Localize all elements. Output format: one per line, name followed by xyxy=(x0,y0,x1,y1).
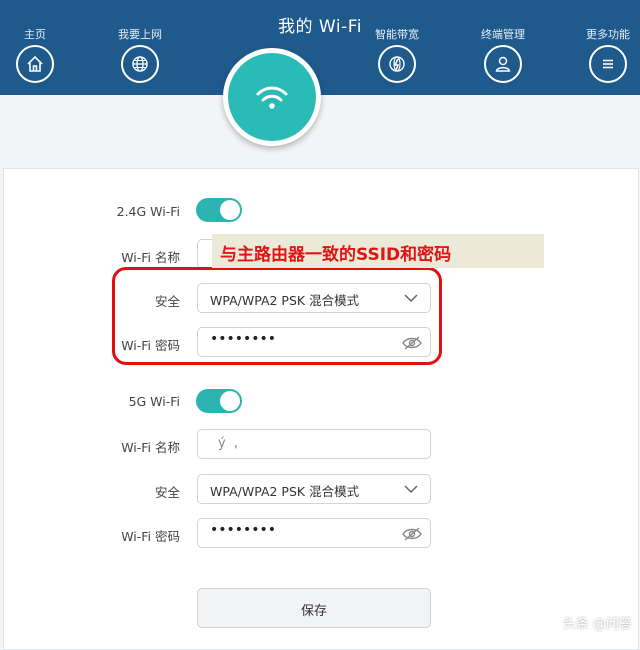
my-wifi-tab[interactable] xyxy=(223,48,321,146)
wifi5-name-value: ý , xyxy=(218,436,240,451)
watermark: 头条 @问答 xyxy=(539,612,632,632)
home-icon xyxy=(16,45,54,83)
save-button-label: 保存 xyxy=(300,604,327,619)
wifi5-security-value: WPA/WPA2 PSK 混合模式 xyxy=(210,484,360,499)
annotation-frame xyxy=(112,267,442,365)
chat-bubble-icon xyxy=(540,613,558,631)
wifi5-name-field[interactable]: ý , xyxy=(197,429,431,459)
annotation-callout-text: 与主路由器一致的SSID和密码 xyxy=(220,245,452,265)
user-icon xyxy=(484,45,522,83)
wifi5-password-value: •••••••• xyxy=(210,522,277,538)
save-button[interactable]: 保存 xyxy=(197,588,431,628)
wifi5-name-label: Wi-Fi 名称 xyxy=(121,440,180,455)
wifi24-label: 2.4G Wi-Fi xyxy=(116,204,180,219)
wifi24-name-label: Wi-Fi 名称 xyxy=(121,250,180,265)
wifi-icon xyxy=(256,86,288,109)
annotation-callout: 与主路由器一致的SSID和密码 xyxy=(212,234,544,268)
wifi5-password-label: Wi-Fi 密码 xyxy=(121,529,180,544)
page-title: 我的 Wi-Fi xyxy=(278,17,362,37)
wifi5-security-label: 安全 xyxy=(154,485,180,500)
globe-icon xyxy=(121,45,159,83)
wifi5-password-field[interactable]: •••••••• xyxy=(197,518,431,548)
wifi5-security-select[interactable]: WPA/WPA2 PSK 混合模式 xyxy=(197,474,431,504)
wifi5-toggle[interactable] xyxy=(196,389,242,413)
wifi5-label: 5G Wi-Fi xyxy=(128,394,180,409)
bandwidth-globe-icon xyxy=(378,45,416,83)
chevron-down-icon xyxy=(404,485,418,494)
eye-hidden-icon[interactable] xyxy=(402,526,422,542)
menu-icon xyxy=(589,45,627,83)
top-nav-bar: 主页 我要上网 智能带宽 终端管理 更多功能 我的 Wi-Fi xyxy=(0,0,640,95)
watermark-text: 头条 @问答 xyxy=(562,616,632,632)
wifi24-toggle[interactable] xyxy=(196,198,242,222)
